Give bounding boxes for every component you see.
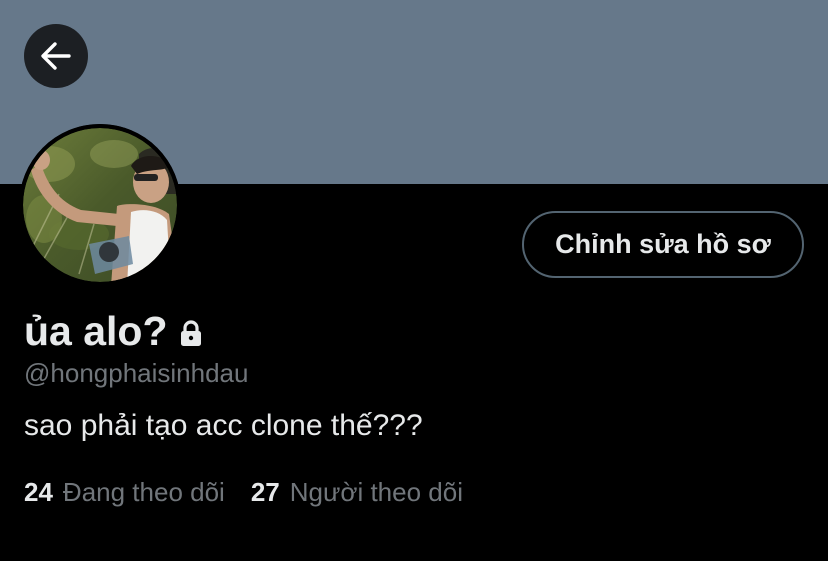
display-name: ủa alo? [24,308,168,354]
edit-profile-button[interactable]: Chỉnh sửa hồ sơ [522,211,804,278]
follow-stats: 24 Đang theo dõi 27 Người theo dõi [24,476,463,508]
profile-photo [19,124,181,286]
following-link[interactable]: 24 Đang theo dõi [24,476,225,508]
lock-icon [180,320,201,346]
arrow-left-icon [41,42,71,70]
back-button[interactable] [24,24,88,88]
followers-link[interactable]: 27 Người theo dõi [251,476,463,508]
display-name-row: ủa alo? [24,306,206,356]
followers-count: 27 [250,477,280,507]
following-count: 24 [24,477,53,507]
following-label: Đang theo dõi [62,477,225,507]
edit-profile-label: Chỉnh sửa hồ sơ [555,229,771,259]
profile-bio: sao phải tạo acc clone thế??? [24,409,423,442]
profile-screen: Chỉnh sửa hồ sơ ủa alo? @hongphaisinhdau… [0,0,828,561]
user-handle: @hongphaisinhdau [24,358,249,388]
followers-label: Người theo dõi [289,477,463,507]
profile-avatar[interactable] [19,124,181,286]
